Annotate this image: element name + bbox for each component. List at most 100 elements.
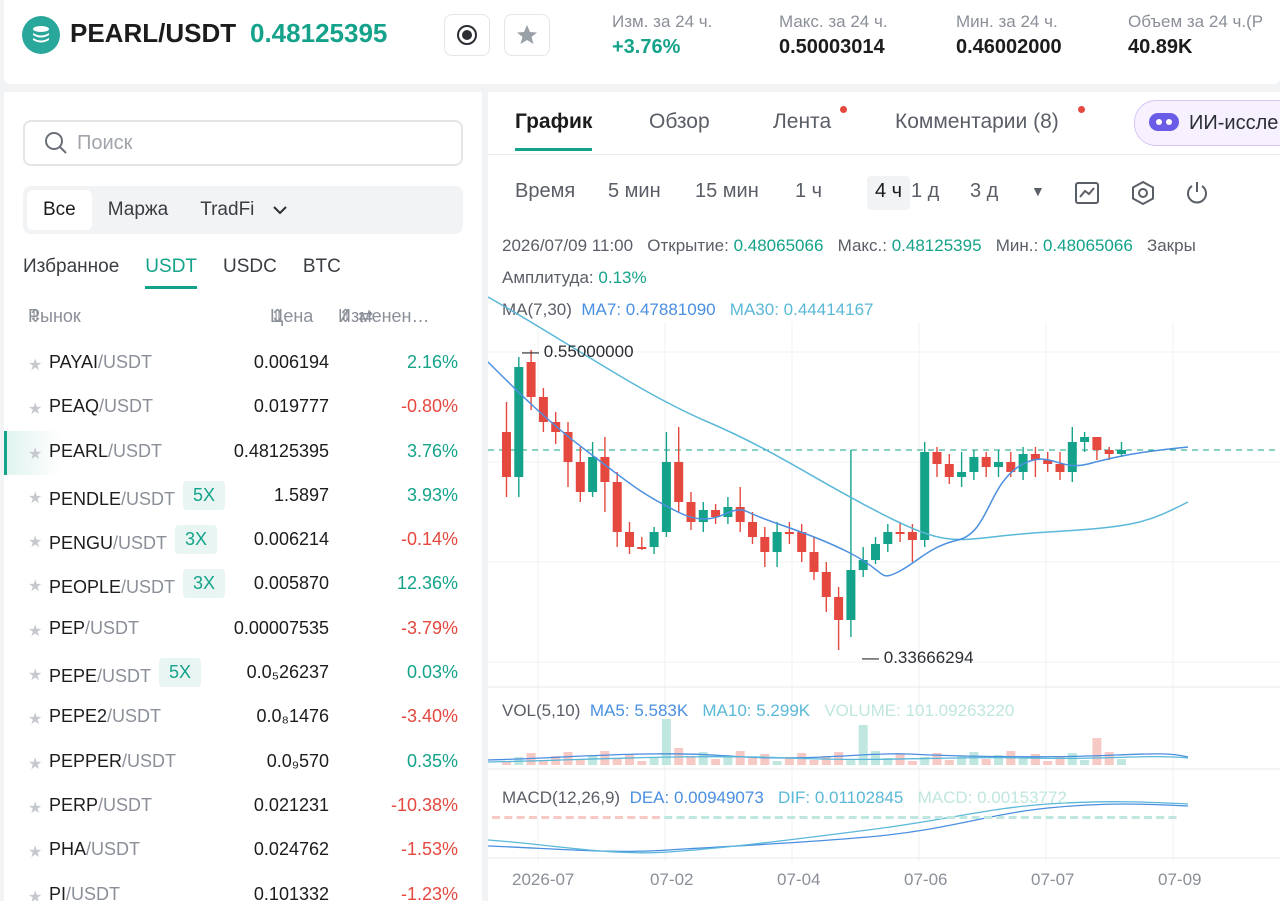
tab-btc[interactable]: BTC <box>303 256 341 289</box>
macd-histogram-bar <box>528 816 537 819</box>
overlay-toggle-button[interactable] <box>444 14 490 56</box>
star-icon[interactable]: ★ <box>28 754 42 774</box>
quote-tabs: Избранное USDT USDC BTC <box>23 256 367 289</box>
tab-overview[interactable]: Обзор <box>649 110 710 148</box>
settings-icon[interactable] <box>1130 180 1156 206</box>
candle-body <box>784 532 794 534</box>
coin-stack-icon <box>33 26 49 43</box>
market-row[interactable]: ★ PEARL/USDT 0.48125395 3.76% <box>4 430 482 476</box>
feed-notification-dot <box>840 106 847 113</box>
candle-body <box>1006 462 1016 472</box>
high-marker-label: — 0.55000000 <box>522 342 634 361</box>
candle-body <box>944 464 954 477</box>
star-icon[interactable]: ★ <box>28 665 42 685</box>
star-icon[interactable]: ★ <box>28 887 42 901</box>
market-row[interactable]: ★ PENGU/USDT 3X 0.006214 -0.14% <box>4 519 482 563</box>
macd-histogram-bar <box>897 816 906 819</box>
market-symbol: PEPE/USDT 5X <box>49 658 202 691</box>
market-row[interactable]: ★ PEPE2/USDT 0.0₈1476 -3.40% <box>4 696 482 740</box>
chevron-down-icon[interactable] <box>270 200 290 220</box>
tf-1h[interactable]: 1 ч <box>795 176 822 210</box>
power-icon[interactable] <box>1184 180 1210 206</box>
tf-4h[interactable]: 4 ч <box>867 176 911 210</box>
star-icon[interactable]: ★ <box>28 444 42 464</box>
tf-more-dropdown[interactable]: ▼ <box>1031 176 1045 210</box>
star-icon[interactable]: ★ <box>28 621 42 641</box>
volume-legend: VOL(5,10) MA5: 5.583K MA10: 5.299K VOLUM… <box>502 701 1015 720</box>
tf-3d[interactable]: 3 д <box>970 176 998 210</box>
star-icon[interactable]: ★ <box>28 842 42 862</box>
star-icon[interactable]: ★ <box>28 709 42 729</box>
segment-all[interactable]: Все <box>27 190 92 230</box>
volume-bar <box>871 751 880 765</box>
volume-bar <box>588 755 598 765</box>
macd-histogram-bar <box>1033 816 1042 819</box>
volume-bar <box>563 752 573 765</box>
market-row[interactable]: ★ PEP/USDT 0.00007535 -3.79% <box>4 608 482 652</box>
indicator-icon[interactable] <box>1074 180 1100 206</box>
sort-market[interactable]: Рынок ⇕ <box>28 306 81 327</box>
volume-bar <box>1117 759 1126 765</box>
star-icon[interactable]: ★ <box>28 576 42 596</box>
tab-usdc[interactable]: USDC <box>223 256 277 289</box>
market-change: 0.03% <box>406 662 458 683</box>
favorite-button[interactable] <box>504 14 550 56</box>
market-symbol: PEARL/USDT <box>49 440 163 461</box>
tab-usdt[interactable]: USDT <box>145 256 198 289</box>
volume-bar <box>760 754 770 765</box>
market-row[interactable]: ★ PEPE/USDT 5X 0.0₅26237 0.03% <box>4 652 482 696</box>
tab-comments[interactable]: Комментарии (8) <box>895 110 1059 148</box>
market-row[interactable]: ★ PEAQ/USDT 0.019777 -0.80% <box>4 386 482 430</box>
market-symbol: PEP/USDT <box>49 617 140 638</box>
tf-5m[interactable]: 5 мин <box>608 176 661 210</box>
candle-body <box>932 452 942 464</box>
volume-bar <box>920 757 930 765</box>
tf-1d[interactable]: 1 д <box>911 176 939 210</box>
macd-histogram-bar <box>725 816 734 819</box>
segment-tradfi[interactable]: TradFi <box>184 190 270 230</box>
tab-favorites[interactable]: Избранное <box>23 256 119 289</box>
ai-bot-icon <box>1149 113 1179 131</box>
market-row[interactable]: ★ PHA/USDT 0.024762 -1.53% <box>4 829 482 873</box>
market-list-panel: Поиск Все Маржа TradFi Избранное USDT US… <box>4 92 482 901</box>
candle-body <box>563 432 573 462</box>
ai-research-button[interactable]: ИИ-иссле <box>1134 100 1280 146</box>
candle-body <box>895 532 905 534</box>
macd-histogram-bar <box>1070 816 1079 819</box>
star-icon[interactable]: ★ <box>28 532 42 552</box>
market-row[interactable]: ★ PEPPER/USDT 0.0₉570 0.35% <box>4 741 482 785</box>
macd-histogram-bar <box>787 816 796 819</box>
macd-histogram-bar <box>861 816 869 819</box>
tab-chart[interactable]: График <box>515 110 593 151</box>
market-row[interactable]: ★ PERP/USDT 0.021231 -10.38% <box>4 785 482 829</box>
candle-body <box>698 510 708 522</box>
market-change: 3.76% <box>406 440 458 461</box>
candle-body <box>1067 442 1077 472</box>
star-icon[interactable]: ★ <box>28 488 42 508</box>
macd-histogram-bar <box>516 816 525 819</box>
candle-body <box>969 457 979 472</box>
pair-name[interactable]: PEARL/USDT <box>70 18 236 49</box>
star-icon[interactable]: ★ <box>28 399 42 419</box>
stat-volume: Объем за 24 ч.(P 40.89K <box>1128 12 1264 58</box>
candle-body <box>514 367 524 477</box>
search-input[interactable]: Поиск <box>23 120 463 166</box>
macd-legend: MACD(12,26,9) DEA: 0.00949073 DIF: 0.011… <box>502 788 1067 807</box>
macd-histogram-bar <box>750 816 759 819</box>
sort-change[interactable]: Изменен… ⇕ ⇄ <box>338 306 429 327</box>
volume-bar <box>1092 738 1102 765</box>
segment-margin[interactable]: Маржа <box>92 190 184 230</box>
market-row[interactable]: ★ PAYAI/USDT 0.006194 2.16% <box>4 342 482 386</box>
candle-body <box>1030 454 1040 460</box>
tab-feed[interactable]: Лента <box>773 110 831 148</box>
star-icon[interactable]: ★ <box>28 798 42 818</box>
market-row[interactable]: ★ PEOPLE/USDT 3X 0.005870 12.36% <box>4 563 482 607</box>
star-icon[interactable]: ★ <box>28 355 42 375</box>
volume-bar <box>1104 752 1114 765</box>
sort-price[interactable]: Цена ⇕ <box>270 306 313 327</box>
market-row[interactable]: ★ PENDLE/USDT 5X 1.5897 3.93% <box>4 475 482 519</box>
volume-bar <box>514 757 524 765</box>
tf-time[interactable]: Время <box>515 176 575 210</box>
tf-15m[interactable]: 15 мин <box>695 176 759 210</box>
market-row[interactable]: ★ PI/USDT 0.101332 -1.23% <box>4 874 482 901</box>
